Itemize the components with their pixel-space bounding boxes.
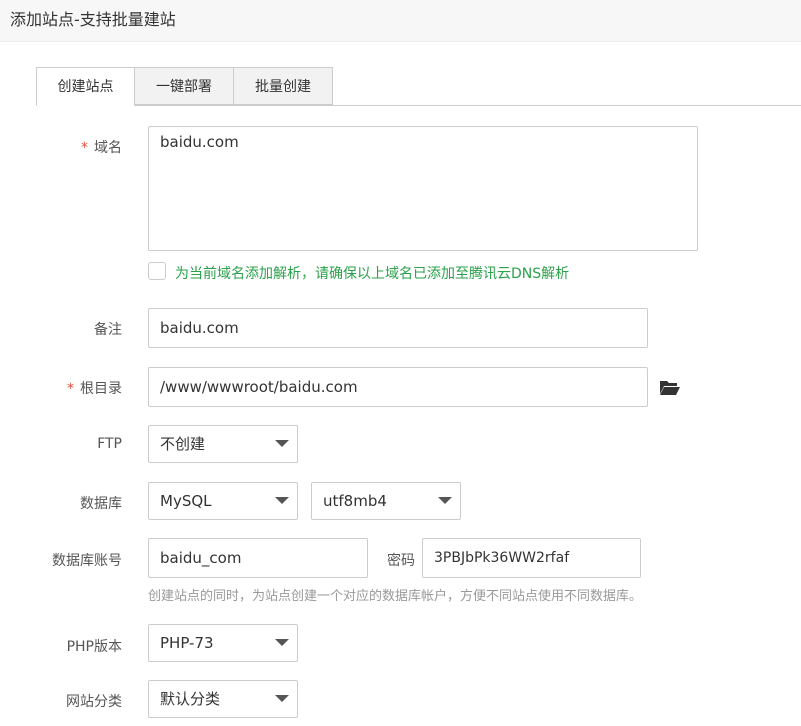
database-label: 数据库 [80,496,122,512]
root-label: * 根目录 [67,381,122,397]
chevron-down-icon [275,695,289,702]
dns-checkbox[interactable] [148,262,166,280]
domain-value: baidu.com [160,133,239,151]
folder-open-icon[interactable] [659,378,681,396]
remark-value: baidu.com [160,319,239,337]
password-value: 3PBJbPk36WW2rfaf [434,550,570,566]
category-label: 网站分类 [66,694,122,710]
window-title: 添加站点-支持批量建站 [10,10,176,29]
tab-bar: 创建站点 一键部署 批量创建 [36,67,333,106]
php-version-select[interactable]: PHP-73 [148,624,298,662]
database-type-select[interactable]: MySQL [148,482,298,520]
remark-label: 备注 [94,322,122,338]
password-input[interactable]: 3PBJbPk36WW2rfaf [422,538,641,578]
chevron-down-icon [275,440,289,447]
chevron-down-icon [275,639,289,646]
database-charset-select[interactable]: utf8mb4 [311,482,461,520]
domain-textarea[interactable]: baidu.com [148,126,698,251]
dns-hint: 为当前域名添加解析，请确保以上域名已添加至腾讯云DNS解析 [175,266,570,282]
root-input[interactable]: /www/wwwroot/baidu.com [148,367,648,407]
db-account-value: baidu_com [160,549,242,567]
database-type-selected: MySQL [160,492,212,510]
database-charset-selected: utf8mb4 [323,492,387,510]
chevron-down-icon [275,497,289,504]
ftp-label: FTP [97,436,122,452]
tab-batch-create[interactable]: 批量创建 [234,67,333,105]
tab-create-site[interactable]: 创建站点 [36,67,135,106]
required-mark: * [81,140,88,156]
root-value: /www/wwwroot/baidu.com [160,378,358,396]
domain-label: * 域名 [81,140,122,156]
db-account-hint: 创建站点的同时，为站点创建一个对应的数据库帐户，方便不同站点使用不同数据库。 [148,589,643,604]
php-label: PHP版本 [66,639,122,655]
php-version-selected: PHP-73 [160,634,214,652]
category-selected: 默认分类 [160,690,221,708]
ftp-selected: 不创建 [160,435,206,453]
category-select[interactable]: 默认分类 [148,680,298,718]
remark-input[interactable]: baidu.com [148,308,648,348]
window-header: 添加站点-支持批量建站 [0,0,801,42]
chevron-down-icon [438,497,452,504]
ftp-select[interactable]: 不创建 [148,425,298,463]
password-label: 密码 [387,553,415,569]
db-account-label: 数据库账号 [52,553,122,569]
tab-one-click-deploy[interactable]: 一键部署 [135,67,234,105]
